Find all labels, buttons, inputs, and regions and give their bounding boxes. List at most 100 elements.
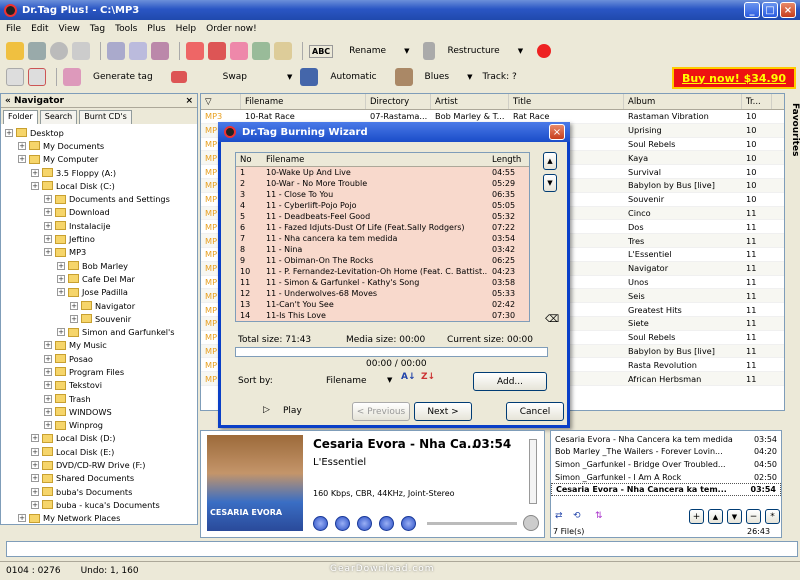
- move-up-button[interactable]: ▲: [543, 152, 557, 170]
- stop-icon[interactable]: [50, 42, 68, 60]
- move-down-button[interactable]: ▼: [727, 509, 742, 524]
- tree-node[interactable]: + Jeftino: [1, 232, 197, 245]
- tree-node[interactable]: + My Computer: [1, 153, 197, 166]
- move-up-button[interactable]: ▲: [708, 509, 723, 524]
- column-filename[interactable]: Filename: [262, 153, 488, 166]
- column-directory[interactable]: Directory: [366, 94, 431, 109]
- restructure-button[interactable]: Restructure: [447, 46, 499, 56]
- expand-icon[interactable]: +: [31, 487, 39, 496]
- track-row[interactable]: 13 11-Can't You See 02:42: [236, 299, 529, 310]
- expand-icon[interactable]: +: [44, 341, 52, 350]
- remove-button[interactable]: −: [746, 509, 761, 524]
- menu-plus[interactable]: Plus: [147, 24, 165, 34]
- expand-icon[interactable]: +: [31, 461, 39, 470]
- track-row[interactable]: 5 11 - Deadbeats-Feel Good 05:32: [236, 211, 529, 222]
- rewind-icon[interactable]: [313, 516, 328, 531]
- command-input[interactable]: [6, 541, 798, 557]
- expand-icon[interactable]: +: [31, 181, 39, 190]
- expand-icon[interactable]: +: [44, 235, 52, 244]
- track-row[interactable]: 11 11 - Simon & Garfunkel - Kathy's Song 0…: [236, 277, 529, 288]
- menu-help[interactable]: Help: [176, 24, 197, 34]
- tree-node[interactable]: + Trash: [1, 392, 197, 405]
- play-icon[interactable]: ▷: [263, 405, 270, 415]
- expand-icon[interactable]: +: [44, 248, 52, 257]
- tag-save-icon[interactable]: [151, 42, 169, 60]
- tree-node[interactable]: + Bob Marley: [1, 259, 197, 272]
- genre-button[interactable]: Blues: [425, 72, 450, 82]
- playlist-options-icon[interactable]: ⇅: [595, 511, 603, 521]
- menu-tools[interactable]: Tools: [115, 24, 137, 34]
- tree-node[interactable]: + Local Disk (D:): [1, 432, 197, 445]
- genre-dropdown-icon[interactable]: ▼: [467, 73, 472, 81]
- tree-node[interactable]: + buba's Documents: [1, 485, 197, 498]
- clear-button[interactable]: *: [765, 509, 780, 524]
- tree-node[interactable]: + Tekstovi: [1, 379, 197, 392]
- track-row[interactable]: 14 11-Is This Love 07:30: [236, 310, 529, 321]
- move-down-button[interactable]: ▼: [543, 174, 557, 192]
- column-album[interactable]: Album: [624, 94, 742, 109]
- column-no[interactable]: No: [236, 153, 262, 166]
- track-button[interactable]: Track: ?: [483, 72, 517, 82]
- expand-icon[interactable]: +: [31, 474, 39, 483]
- wizard-close-button[interactable]: ×: [549, 124, 565, 140]
- expand-icon[interactable]: +: [70, 314, 78, 323]
- track-row[interactable]: 6 11 - Fazed Idjuts-Dust Of Life (Feat.Sa…: [236, 222, 529, 233]
- track-row[interactable]: 10 11 - P. Fernandez-Levitation-Oh Home (…: [236, 266, 529, 277]
- generate-tag-button[interactable]: Generate tag: [93, 72, 153, 82]
- track-row[interactable]: 8 11 - Nina 03:42: [236, 244, 529, 255]
- tree-node[interactable]: + Posao: [1, 352, 197, 365]
- expand-icon[interactable]: +: [44, 381, 52, 390]
- column-track[interactable]: Tr...: [742, 94, 772, 109]
- pause-icon[interactable]: [357, 516, 372, 531]
- expand-icon[interactable]: +: [18, 141, 26, 150]
- expand-icon[interactable]: +: [44, 367, 52, 376]
- open-folder-icon[interactable]: [6, 42, 24, 60]
- column-title[interactable]: Title: [509, 94, 624, 109]
- expand-icon[interactable]: +: [5, 128, 13, 137]
- expand-icon[interactable]: +: [44, 421, 52, 430]
- minimize-button[interactable]: _: [744, 2, 760, 18]
- playlist-item[interactable]: Simon _Garfunkel - Bridge Over Troubled.…: [551, 458, 781, 471]
- stop-action-icon[interactable]: [537, 44, 552, 58]
- tree-node[interactable]: + Desktop: [1, 126, 197, 139]
- menu-file[interactable]: File: [6, 24, 21, 34]
- tree-node[interactable]: + Local Disk (C:): [1, 179, 197, 192]
- expand-icon[interactable]: +: [31, 434, 39, 443]
- expand-icon[interactable]: +: [31, 500, 39, 509]
- playlist-item[interactable]: Cesaria Evora - Nha Cancera ka tem... 03:…: [551, 483, 781, 496]
- tree-node[interactable]: + Simon and Garfunkel's: [1, 325, 197, 338]
- restructure-dropdown-icon[interactable]: ▼: [518, 47, 523, 55]
- expand-icon[interactable]: +: [31, 168, 39, 177]
- track-row[interactable]: 1 10-Wake Up And Live 04:55: [236, 167, 529, 178]
- sort-by-select[interactable]: Filename: [326, 376, 367, 386]
- sort-dropdown-icon[interactable]: ▼: [387, 376, 392, 384]
- maximize-button[interactable]: □: [762, 2, 778, 18]
- tag-read-icon[interactable]: [208, 42, 226, 60]
- add-to-playlist-button[interactable]: +: [689, 509, 704, 524]
- previous-button[interactable]: < Previous: [352, 402, 410, 421]
- track-row[interactable]: 4 11 - Cyberlift-Pojo Pojo 05:05: [236, 200, 529, 211]
- expand-icon[interactable]: +: [44, 394, 52, 403]
- fast-forward-icon[interactable]: [401, 516, 416, 531]
- track-row[interactable]: 2 10-War - No More Trouble 05:29: [236, 178, 529, 189]
- swap-dropdown-icon[interactable]: ▼: [287, 73, 292, 81]
- tree-node[interactable]: + Souvenir: [1, 312, 197, 325]
- expand-icon[interactable]: +: [31, 447, 39, 456]
- tree-node[interactable]: + Download: [1, 206, 197, 219]
- tag-write-icon[interactable]: [186, 42, 204, 60]
- expand-icon[interactable]: +: [57, 274, 65, 283]
- delete-document-icon[interactable]: [28, 68, 46, 86]
- seek-slider[interactable]: [427, 522, 517, 525]
- tree-node[interactable]: + MP3: [1, 246, 197, 259]
- tab-search[interactable]: Search: [39, 110, 78, 124]
- tree-node[interactable]: + My Network Places: [1, 512, 197, 525]
- expand-icon[interactable]: +: [44, 221, 52, 230]
- close-icon[interactable]: ×: [185, 96, 193, 106]
- eraser-icon[interactable]: ⌫: [545, 314, 559, 325]
- buy-now-button[interactable]: Buy now! $34.90: [672, 67, 796, 89]
- close-button[interactable]: ×: [780, 2, 796, 18]
- play-icon[interactable]: [335, 516, 350, 531]
- expand-icon[interactable]: +: [44, 208, 52, 217]
- expand-icon[interactable]: +: [18, 514, 26, 523]
- column-filename[interactable]: Filename: [241, 94, 366, 109]
